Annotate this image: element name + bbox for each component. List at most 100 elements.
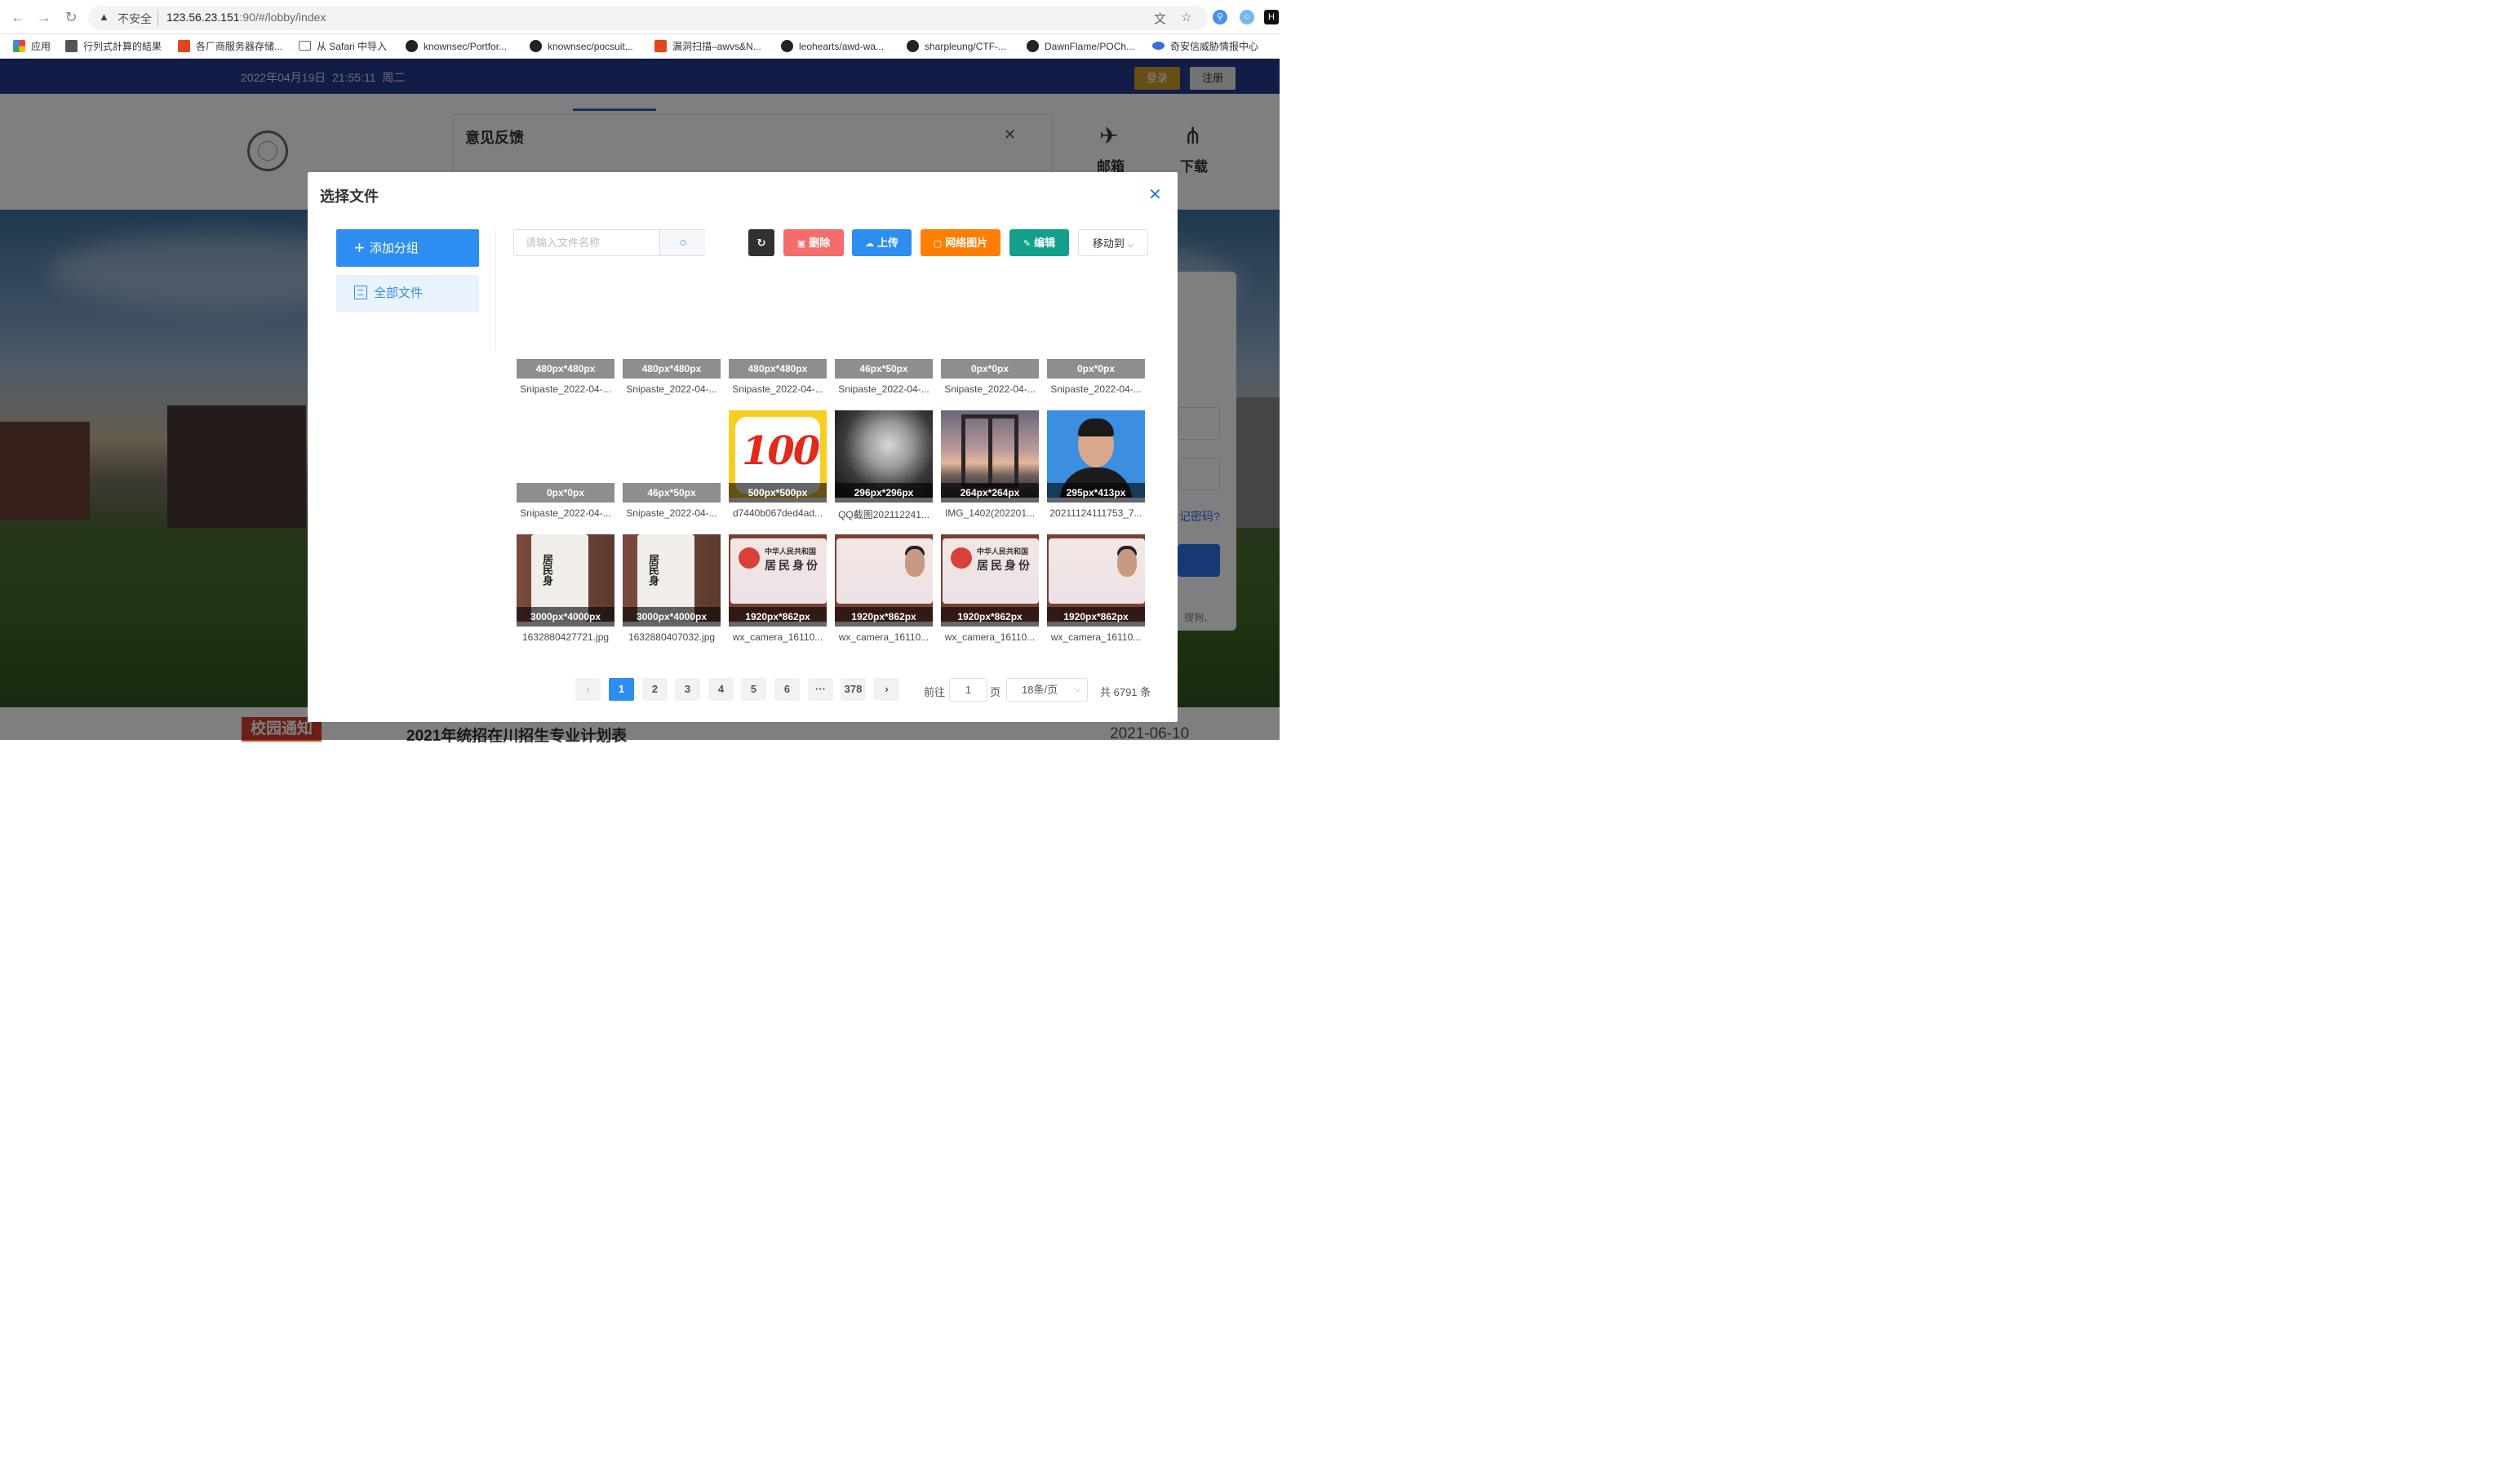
search-input[interactable] (514, 230, 659, 255)
page-size-select[interactable]: 18条/页 ⌵ (1006, 678, 1088, 702)
add-group-label: 添加分组 (369, 241, 419, 255)
page-size-value: 18条/页 (1022, 684, 1058, 696)
file-item[interactable]: 中华人民共和国 居民身份 1920px*862px wx_camera_16110..… (729, 534, 827, 649)
prev-page-icon[interactable]: ‹ (575, 678, 601, 701)
file-dimensions: 480px*480px (517, 359, 614, 379)
star-icon[interactable]: ☆ (1181, 10, 1191, 24)
reload-icon[interactable]: ↻ (61, 7, 81, 27)
file-list-icon (354, 286, 367, 299)
file-item[interactable]: 1920px*862px wx_camera_16110... (835, 534, 933, 649)
bookmark-label: 行列式計算的結果 (83, 41, 162, 52)
translate-icon[interactable]: 文 (1154, 10, 1166, 27)
file-dimensions: 0px*0px (941, 359, 1039, 379)
file-item[interactable]: 480px*480px Snipaste_2022-04-... (623, 286, 721, 401)
file-item[interactable]: 46px*50px Snipaste_2022-04-... (835, 286, 933, 401)
address-bar[interactable]: ▲ 不安全 123.56.23.151:90/#/lobby/index 文 ☆ (88, 6, 1208, 30)
file-name: 20211124111753_7... (1049, 507, 1142, 519)
bookmark-item[interactable]: 各厂商服务器存储... (178, 38, 282, 55)
bookmark-item[interactable]: DawnFlame/POCh... (1027, 38, 1134, 55)
file-dimensions: 500px*500px (729, 483, 827, 503)
goto-page-input[interactable]: 1 (949, 678, 987, 702)
file-item[interactable]: 0px*0px Snipaste_2022-04-... (941, 286, 1039, 401)
file-dimensions: 295px*413px (1047, 483, 1145, 503)
page-button[interactable]: 4 (708, 678, 734, 701)
file-item[interactable]: 中华人民共和国 居民身份 1920px*862px wx_camera_16110..… (941, 534, 1039, 649)
c-site-icon (654, 40, 667, 52)
file-name: Snipaste_2022-04-... (520, 383, 611, 395)
file-item[interactable]: 100 500px*500px d7440b067ded4ad... (729, 410, 827, 525)
bookmark-item[interactable]: 行列式計算的結果 (65, 38, 162, 55)
bookmark-label: 漏洞扫描–awvs&N... (672, 41, 761, 52)
file-name: Snipaste_2022-04-... (626, 507, 717, 519)
window-frame (961, 414, 1018, 488)
edit-button[interactable]: ✎ 编辑 (1009, 229, 1069, 256)
back-arrow-icon[interactable]: ← (8, 7, 28, 27)
file-item[interactable]: 0px*0px Snipaste_2022-04-... (1047, 286, 1145, 401)
file-item[interactable]: 0px*0px Snipaste_2022-04-... (517, 410, 614, 525)
net-image-button[interactable]: ▢ 网络图片 (921, 229, 1000, 256)
page-button[interactable]: ··· (808, 678, 833, 701)
file-item[interactable]: 1920px*862px wx_camera_16110... (1047, 534, 1145, 649)
file-item[interactable]: 296px*296px QQ截图202112241... (835, 410, 933, 525)
extension-h-icon[interactable]: H (1264, 10, 1279, 24)
url-text[interactable]: 123.56.23.151:90/#/lobby/index (166, 11, 326, 24)
file-item[interactable]: 居民身 3000px*4000px 1632880407032.jpg (623, 534, 721, 649)
page-button[interactable]: 378 (841, 678, 866, 701)
move-to-dropdown[interactable]: 移动到 ⌵ (1078, 229, 1148, 256)
forward-arrow-icon[interactable]: → (34, 7, 54, 27)
extension-circle-icon[interactable]: ○ (1240, 10, 1254, 24)
app-icon-number: 100 (742, 428, 820, 474)
github-icon (530, 40, 542, 52)
url-path: :90/#/lobby/index (239, 11, 326, 24)
bookmark-item[interactable]: sharpleung/CTF-... (907, 38, 1006, 55)
file-name: Snipaste_2022-04-... (838, 383, 929, 395)
close-icon[interactable]: ✕ (1148, 187, 1162, 203)
folder-icon (299, 41, 311, 51)
bookmark-item[interactable]: 漏洞扫描–awvs&N... (654, 38, 761, 55)
file-name: Snipaste_2022-04-... (1050, 383, 1142, 395)
page-button[interactable]: 2 (642, 678, 668, 701)
file-name: Snipaste_2022-04-... (520, 507, 611, 519)
file-item[interactable]: 480px*480px Snipaste_2022-04-... (729, 286, 827, 401)
add-group-button[interactable]: + 添加分组 (336, 229, 479, 267)
bookmark-apps[interactable]: 应用 (13, 38, 51, 55)
file-item[interactable]: 46px*50px Snipaste_2022-04-... (623, 410, 721, 525)
bookmark-label: sharpleung/CTF-... (925, 41, 1007, 52)
bookmark-label: leohearts/awd-wa... (799, 41, 885, 52)
id-card-title: 居民身份 (765, 559, 820, 572)
id-card-title: 居民身份 (977, 559, 1032, 572)
bookmark-item[interactable]: knownsec/Portfor... (406, 38, 507, 55)
id-card-text: 居民身 (541, 554, 553, 586)
id-card-country: 中华人民共和国 (765, 547, 817, 556)
group-all-files[interactable]: 全部文件 (336, 275, 479, 312)
refresh-button[interactable]: ↻ (748, 229, 774, 256)
file-item[interactable]: 264px*264px IMG_1402(202201... (941, 410, 1039, 525)
file-item[interactable]: 295px*413px 20211124111753_7... (1047, 410, 1145, 525)
bookmark-label: 从 Safari 中导入 (317, 41, 388, 52)
file-name: QQ截图202112241... (838, 509, 929, 520)
insecure-label: 不安全 (118, 12, 152, 25)
page-button[interactable]: 1 (609, 678, 634, 701)
page-button[interactable]: 6 (774, 678, 800, 701)
file-dimensions: 1920px*862px (729, 607, 827, 627)
bookmark-item[interactable]: knownsec/pocsuit... (530, 38, 633, 55)
plus-icon: + (354, 237, 365, 258)
delete-button[interactable]: ▣ 删除 (783, 229, 844, 256)
file-dimensions: 0px*0px (517, 483, 614, 503)
qianxin-icon (1152, 42, 1165, 50)
file-item[interactable]: 480px*480px Snipaste_2022-04-... (517, 286, 614, 401)
next-page-icon[interactable]: › (874, 678, 899, 701)
bookmark-item[interactable]: 奇安信威胁情报中心 (1152, 38, 1258, 55)
file-item[interactable]: 居民身 3000px*4000px 1632880427721.jpg (517, 534, 614, 649)
page-button[interactable]: 5 (741, 678, 766, 701)
bookmark-folder[interactable]: 从 Safari 中导入 (299, 38, 387, 55)
page-button[interactable]: 3 (675, 678, 700, 701)
search-icon[interactable]: ○ (659, 230, 706, 255)
file-dimensions: 1920px*862px (1047, 607, 1145, 627)
dialog-title: 选择文件 (320, 188, 379, 205)
upload-button[interactable]: ☁ 上传 (852, 229, 912, 256)
extension-location-icon[interactable]: ⚲ (1213, 10, 1227, 24)
id-card-text: 居民身 (647, 554, 659, 586)
file-name: 1632880407032.jpg (628, 631, 716, 643)
bookmark-item[interactable]: leohearts/awd-wa... (781, 38, 884, 55)
